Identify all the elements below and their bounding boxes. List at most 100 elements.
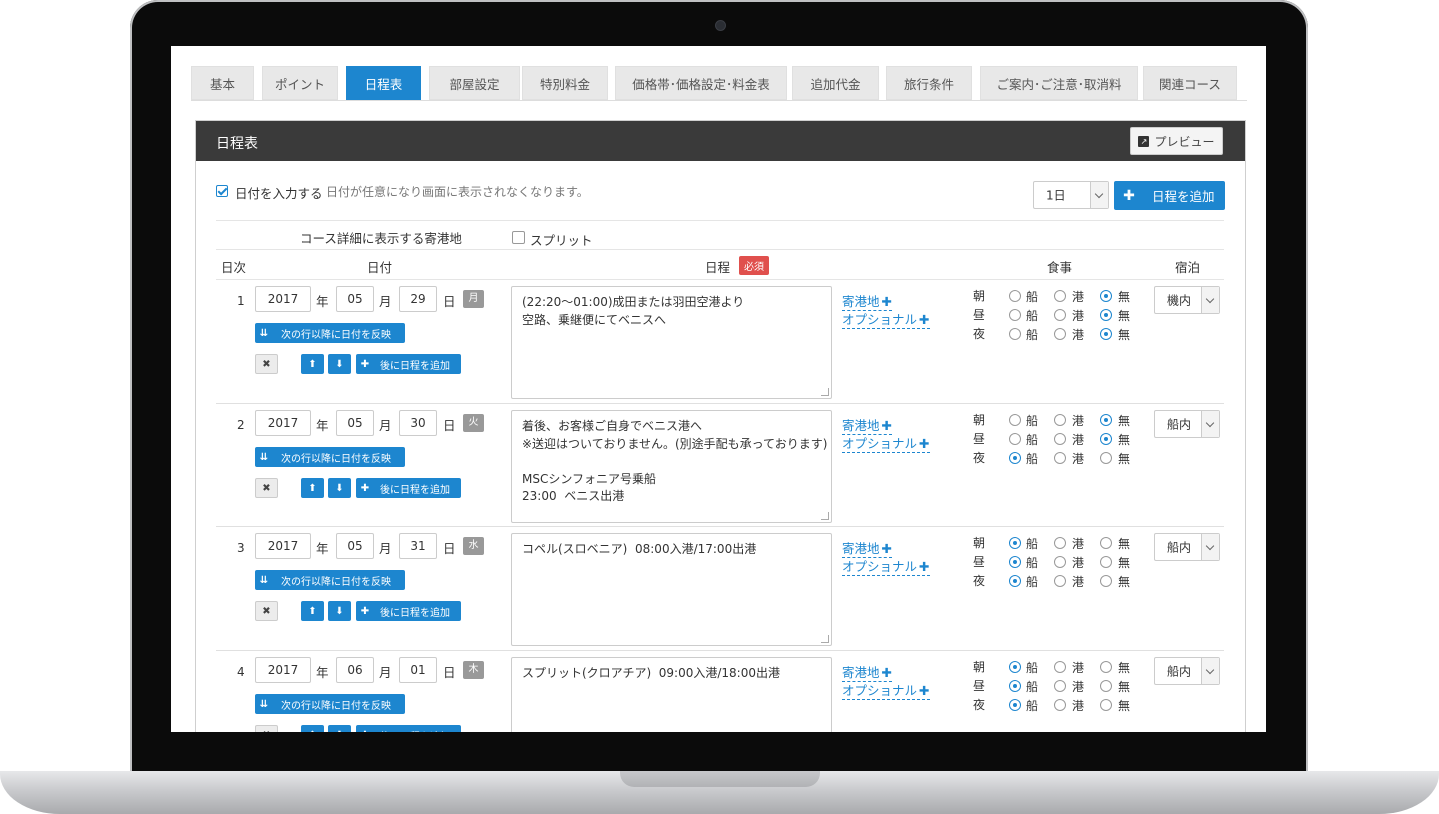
move-up-button[interactable]: ⬆ xyxy=(301,354,324,374)
month-input[interactable]: 05 xyxy=(336,286,374,312)
move-down-button[interactable]: ⬇ xyxy=(328,725,351,732)
add-after-button[interactable]: ✚ 後に日程を追加 xyxy=(356,725,461,732)
lunch-none-radio[interactable] xyxy=(1100,680,1112,692)
month-input[interactable]: 06 xyxy=(336,657,374,683)
lunch-none-radio[interactable] xyxy=(1100,556,1112,568)
optional-link[interactable]: オプショナル ✚ xyxy=(842,433,930,453)
day-input[interactable]: 29 xyxy=(399,286,437,312)
split-checkbox[interactable] xyxy=(512,231,525,244)
lunch-port-radio[interactable] xyxy=(1054,309,1066,321)
breakfast-port-radio[interactable] xyxy=(1054,537,1066,549)
lunch-ship-radio[interactable] xyxy=(1009,433,1021,445)
tab-schedule[interactable]: 日程表 xyxy=(346,66,421,100)
tab-notices-cancellation[interactable]: ご案内･ご注意･取消料 xyxy=(980,66,1138,100)
add-after-button[interactable]: ✚ 後に日程を追加 xyxy=(356,354,461,374)
schedule-textarea[interactable]: コペル(スロベニア) 08:00入港/17:00出港 xyxy=(511,533,832,646)
optional-link[interactable]: オプショナル ✚ xyxy=(842,309,930,329)
move-down-button[interactable]: ⬇ xyxy=(328,478,351,498)
lodging-select[interactable]: 船内 xyxy=(1154,410,1220,438)
month-input[interactable]: 05 xyxy=(336,410,374,436)
lunch-none-radio[interactable] xyxy=(1100,309,1112,321)
breakfast-port-radio[interactable] xyxy=(1054,414,1066,426)
add-schedule-button[interactable]: ✚ 日程を追加 xyxy=(1114,181,1225,210)
port-link[interactable]: 寄港地 ✚ xyxy=(842,662,892,682)
add-after-button[interactable]: ✚ 後に日程を追加 xyxy=(356,478,461,498)
tab-points[interactable]: ポイント xyxy=(262,66,338,100)
dinner-port-radio[interactable] xyxy=(1054,699,1066,711)
delete-day-button[interactable]: ✖ xyxy=(255,354,278,374)
port-link[interactable]: 寄港地 ✚ xyxy=(842,291,892,311)
tab-related-courses[interactable]: 関連コース xyxy=(1143,66,1237,100)
breakfast-ship-radio[interactable] xyxy=(1009,414,1021,426)
day-input[interactable]: 31 xyxy=(399,533,437,559)
day-input[interactable]: 30 xyxy=(399,410,437,436)
reflect-date-button[interactable]: ⇊ 次の行以降に日付を反映 xyxy=(255,694,405,714)
lunch-ship-radio[interactable] xyxy=(1009,556,1021,568)
lunch-ship-radio[interactable] xyxy=(1009,309,1021,321)
dinner-none-radio[interactable] xyxy=(1100,575,1112,587)
dinner-ship-radio[interactable] xyxy=(1009,575,1021,587)
lodging-select[interactable]: 船内 xyxy=(1154,533,1220,561)
lunch-ship-radio[interactable] xyxy=(1009,680,1021,692)
dinner-port-radio[interactable] xyxy=(1054,328,1066,340)
month-input[interactable]: 05 xyxy=(336,533,374,559)
tab-special-fees[interactable]: 特別料金 xyxy=(522,66,608,100)
dinner-none-radio[interactable] xyxy=(1100,328,1112,340)
move-down-button[interactable]: ⬇ xyxy=(328,601,351,621)
reflect-date-button[interactable]: ⇊ 次の行以降に日付を反映 xyxy=(255,447,405,467)
delete-day-button[interactable]: ✖ xyxy=(255,725,278,732)
dinner-ship-radio[interactable] xyxy=(1009,452,1021,464)
breakfast-none-radio[interactable] xyxy=(1100,414,1112,426)
year-input[interactable]: 2017 xyxy=(255,286,311,312)
optional-link[interactable]: オプショナル ✚ xyxy=(842,680,930,700)
move-up-button[interactable]: ⬆ xyxy=(301,725,324,732)
schedule-textarea[interactable]: 着後、お客様ご自身でベニス港へ ※送迎はついておりません。(別途手配も承っており… xyxy=(511,410,832,523)
breakfast-none-radio[interactable] xyxy=(1100,661,1112,673)
reflect-date-button[interactable]: ⇊ 次の行以降に日付を反映 xyxy=(255,570,405,590)
year-input[interactable]: 2017 xyxy=(255,657,311,683)
tab-basic[interactable]: 基本 xyxy=(191,66,254,100)
date-input-checkbox[interactable] xyxy=(216,185,228,197)
optional-link[interactable]: オプショナル ✚ xyxy=(842,556,930,576)
dinner-none-radio[interactable] xyxy=(1100,452,1112,464)
lunch-none-radio[interactable] xyxy=(1100,433,1112,445)
day-count-select[interactable]: 1日 xyxy=(1033,181,1109,209)
breakfast-ship-radio[interactable] xyxy=(1009,290,1021,302)
breakfast-port-radio[interactable] xyxy=(1054,290,1066,302)
day-input[interactable]: 01 xyxy=(399,657,437,683)
breakfast-ship-radio[interactable] xyxy=(1009,537,1021,549)
dinner-ship-radio[interactable] xyxy=(1009,699,1021,711)
delete-day-button[interactable]: ✖ xyxy=(255,478,278,498)
tab-room-settings[interactable]: 部屋設定 xyxy=(429,66,520,100)
breakfast-none-radio[interactable] xyxy=(1100,537,1112,549)
port-link[interactable]: 寄港地 ✚ xyxy=(842,415,892,435)
lodging-select[interactable]: 機内 xyxy=(1154,286,1220,314)
dinner-none-radio[interactable] xyxy=(1100,699,1112,711)
year-input[interactable]: 2017 xyxy=(255,533,311,559)
schedule-textarea[interactable]: (22:20～01:00)成田または羽田空港より 空路、乗継便にてベニスへ xyxy=(511,286,832,399)
breakfast-port-radio[interactable] xyxy=(1054,661,1066,673)
delete-day-button[interactable]: ✖ xyxy=(255,601,278,621)
reflect-date-button[interactable]: ⇊ 次の行以降に日付を反映 xyxy=(255,323,405,343)
lunch-port-radio[interactable] xyxy=(1054,680,1066,692)
resize-handle-icon[interactable] xyxy=(821,512,829,520)
lodging-select[interactable]: 船内 xyxy=(1154,657,1220,685)
resize-handle-icon[interactable] xyxy=(821,635,829,643)
dinner-port-radio[interactable] xyxy=(1054,452,1066,464)
port-link[interactable]: 寄港地 ✚ xyxy=(842,538,892,558)
move-up-button[interactable]: ⬆ xyxy=(301,601,324,621)
dinner-ship-radio[interactable] xyxy=(1009,328,1021,340)
lunch-port-radio[interactable] xyxy=(1054,556,1066,568)
breakfast-ship-radio[interactable] xyxy=(1009,661,1021,673)
breakfast-none-radio[interactable] xyxy=(1100,290,1112,302)
year-input[interactable]: 2017 xyxy=(255,410,311,436)
resize-handle-icon[interactable] xyxy=(821,388,829,396)
tab-extra-charges[interactable]: 追加代金 xyxy=(792,66,879,100)
schedule-textarea[interactable]: スプリット(クロアチア) 09:00入港/18:00出港 xyxy=(511,657,832,732)
preview-button[interactable]: ↗ プレビュー xyxy=(1130,127,1223,155)
add-after-button[interactable]: ✚ 後に日程を追加 xyxy=(356,601,461,621)
move-up-button[interactable]: ⬆ xyxy=(301,478,324,498)
dinner-port-radio[interactable] xyxy=(1054,575,1066,587)
lunch-port-radio[interactable] xyxy=(1054,433,1066,445)
tab-pricing[interactable]: 価格帯･価格設定･料金表 xyxy=(615,66,787,100)
